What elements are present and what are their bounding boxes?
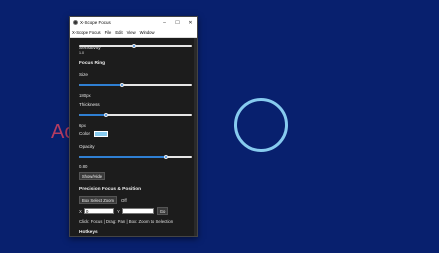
- thickness-value: 6px: [79, 123, 86, 128]
- size-slider[interactable]: [79, 84, 192, 86]
- close-icon[interactable]: ✕: [184, 17, 197, 28]
- size-slider-thumb[interactable]: [119, 83, 124, 87]
- sensitivity-slider-thumb[interactable]: [132, 43, 136, 48]
- window-title: X-Scope Focus: [80, 20, 111, 25]
- focus-ring-circle: [234, 98, 288, 152]
- minimize-icon[interactable]: –: [158, 17, 171, 28]
- color-swatch-button[interactable]: [94, 131, 108, 137]
- sensitivity-value: 1.0: [79, 51, 84, 55]
- opacity-slider-thumb[interactable]: [164, 155, 168, 159]
- app-icon: [73, 20, 78, 25]
- box-zoom-state: Off: [121, 198, 127, 203]
- thickness-label: Thickness: [79, 102, 100, 107]
- y-label: Y: [117, 209, 120, 214]
- x-label: X: [79, 209, 82, 214]
- maximize-icon[interactable]: ☐: [171, 17, 184, 28]
- y-coordinate-input[interactable]: [122, 208, 154, 214]
- go-button[interactable]: Go: [157, 207, 168, 215]
- thickness-slider[interactable]: [79, 114, 192, 116]
- x-coordinate-input[interactable]: 0: [84, 208, 114, 214]
- size-value: 180px: [79, 93, 91, 98]
- menu-edit[interactable]: Edit: [115, 30, 122, 35]
- menu-view[interactable]: View: [127, 30, 136, 35]
- menu-file[interactable]: File: [105, 30, 112, 35]
- opacity-slider-fill: [79, 156, 166, 158]
- opacity-label: Opacity: [79, 144, 95, 149]
- title-bar: X-Scope Focus – ☐ ✕: [70, 17, 197, 28]
- thickness-slider-fill: [79, 114, 107, 116]
- settings-panel: Sensitivity 1.0 Focus Ring Size 180px Th…: [70, 38, 197, 236]
- box-select-zoom-button[interactable]: Box Select Zoom: [79, 196, 117, 204]
- size-slider-fill: [79, 84, 122, 86]
- opacity-value: 0.80: [79, 164, 88, 169]
- precision-section-title: Precision Focus & Position: [79, 187, 142, 192]
- show-hide-button[interactable]: Show/Hide: [79, 172, 105, 180]
- app-window: X-Scope Focus – ☐ ✕ X-Scope Focus File E…: [69, 16, 198, 237]
- panel-scrollbar[interactable]: [194, 38, 197, 236]
- hotkeys-section-title: Hotkeys: [79, 230, 98, 235]
- color-label: Color: [79, 131, 90, 136]
- interaction-hint: Click: Focus | Drag: Pan | Box: Zoom to …: [79, 219, 174, 224]
- size-label: Size: [79, 72, 88, 77]
- focus-ring-section-title: Focus Ring: [79, 61, 106, 66]
- menu-app[interactable]: X-Scope Focus: [72, 30, 101, 35]
- opacity-slider[interactable]: [79, 156, 192, 158]
- menu-bar: X-Scope Focus File Edit View Window: [70, 28, 197, 38]
- menu-window[interactable]: Window: [140, 30, 155, 35]
- thickness-slider-thumb[interactable]: [104, 113, 109, 117]
